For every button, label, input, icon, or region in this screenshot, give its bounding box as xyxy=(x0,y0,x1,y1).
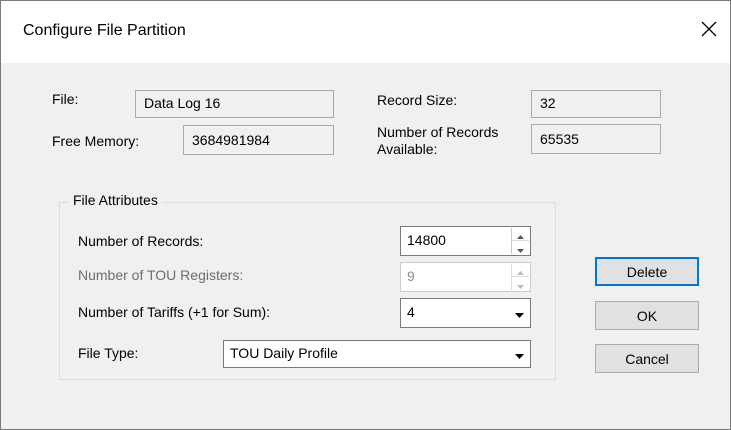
num-tariffs-dropdown[interactable]: 4 xyxy=(400,298,531,328)
records-available-value: 65535 xyxy=(540,131,579,147)
spin-down-button[interactable] xyxy=(512,241,529,254)
chevron-down-icon xyxy=(515,346,524,362)
close-icon xyxy=(701,21,717,40)
free-memory-field: 3684981984 xyxy=(183,125,334,155)
record-size-field: 32 xyxy=(531,90,661,118)
num-records-value: 14800 xyxy=(407,232,446,248)
spin-down-icon xyxy=(517,240,524,256)
file-type-value: TOU Daily Profile xyxy=(230,345,338,361)
records-available-label: Number of Records Available: xyxy=(377,124,498,158)
num-records-spinbox[interactable]: 14800 xyxy=(400,226,531,256)
num-records-label: Number of Records: xyxy=(78,233,204,249)
file-name-field: Data Log 16 xyxy=(135,90,334,118)
records-available-label-line2: Available: xyxy=(377,141,438,157)
spin-down-icon xyxy=(517,276,524,292)
free-memory-value: 3684981984 xyxy=(192,132,270,148)
cancel-button[interactable]: Cancel xyxy=(595,344,699,373)
file-type-dropdown[interactable]: TOU Daily Profile xyxy=(223,340,531,368)
record-size-label: Record Size: xyxy=(377,92,458,108)
num-tou-spinner xyxy=(511,264,529,290)
cancel-button-label: Cancel xyxy=(625,350,669,367)
records-available-label-line1: Number of Records xyxy=(377,124,499,140)
num-tariffs-value: 4 xyxy=(407,304,415,320)
num-tou-registers-label: Number of TOU Registers: xyxy=(78,267,244,283)
num-tou-registers-spinbox: 9 xyxy=(400,262,531,292)
file-type-dropdown-button[interactable] xyxy=(510,342,529,366)
ok-button-label: OK xyxy=(636,307,658,324)
close-button[interactable] xyxy=(692,13,726,47)
num-records-spinner xyxy=(511,228,529,254)
ok-button[interactable]: OK xyxy=(595,301,699,330)
delete-button[interactable]: Delete xyxy=(595,257,699,286)
spin-down-button-disabled xyxy=(512,277,529,290)
title-bar: Configure File Partition xyxy=(1,1,730,63)
delete-button-label: Delete xyxy=(626,263,668,280)
file-name-value: Data Log 16 xyxy=(144,95,221,111)
free-memory-label: Free Memory: xyxy=(52,133,140,149)
num-tou-registers-value: 9 xyxy=(407,268,415,284)
file-attributes-group-title: File Attributes xyxy=(69,192,162,208)
records-available-field: 65535 xyxy=(531,124,661,154)
record-size-value: 32 xyxy=(540,95,556,111)
num-tariffs-label: Number of Tariffs (+1 for Sum): xyxy=(78,304,271,320)
num-tariffs-dropdown-button[interactable] xyxy=(510,300,529,326)
file-label: File: xyxy=(52,91,79,107)
dialog-title: Configure File Partition xyxy=(23,22,186,39)
chevron-down-icon xyxy=(515,305,524,321)
configure-file-partition-dialog: Configure File Partition File: Data Log … xyxy=(0,0,731,430)
file-type-label: File Type: xyxy=(78,345,139,361)
